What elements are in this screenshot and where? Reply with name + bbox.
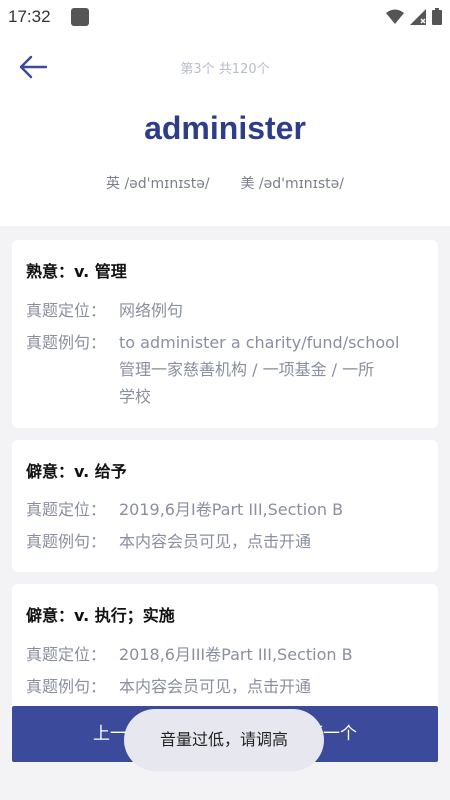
meaning-title: 僻意：v. 执行；实施 bbox=[26, 606, 175, 625]
example-label: 真题例句： bbox=[26, 333, 107, 352]
toast-message: 音量过低，请调高 bbox=[124, 709, 324, 771]
phonetics-row: 英 /əd'mɪnɪstə/ 美 /əd'mɪnɪstə/ bbox=[0, 173, 450, 193]
example-line: 学校 bbox=[119, 387, 152, 406]
status-time: 17:32 bbox=[8, 7, 51, 26]
battery-icon bbox=[432, 8, 442, 25]
signal-icon bbox=[410, 8, 426, 25]
uk-label: 英 bbox=[106, 176, 120, 192]
us-label: 美 bbox=[240, 176, 255, 192]
word-title: administer bbox=[144, 110, 306, 146]
example-text: to administer a charity/fund/school 管理一家… bbox=[119, 329, 424, 410]
member-only-link[interactable]: 本内容会员可见，点击开通 bbox=[119, 673, 424, 700]
position-value: 网络例句 bbox=[119, 301, 184, 320]
position-value: 2018,6月III卷Part III,Section B bbox=[119, 645, 353, 664]
app-notification-icon bbox=[70, 8, 89, 26]
position-label: 真题定位： bbox=[26, 301, 107, 320]
wifi-icon bbox=[386, 9, 404, 24]
status-icons bbox=[386, 8, 442, 25]
word-header: 第3个 共120个 administer 英 /əd'mɪnɪstə/ 美 /ə… bbox=[0, 34, 450, 226]
example-line: to administer a charity/fund/school bbox=[119, 333, 400, 352]
us-phonetic[interactable]: /əd'mɪnɪstə/ bbox=[259, 176, 344, 192]
position-value: 2019,6月I卷Part III,Section B bbox=[119, 500, 344, 519]
status-bar: 17:32 bbox=[0, 0, 450, 34]
meaning-card: 僻意：v. 给予 真题定位： 2019,6月I卷Part III,Section… bbox=[12, 440, 438, 572]
position-label: 真题定位： bbox=[26, 645, 107, 664]
meaning-card: 熟意：v. 管理 真题定位： 网络例句 真题例句： to administer … bbox=[12, 240, 438, 428]
example-line: 管理一家慈善机构 / 一项基金 / 一所 bbox=[119, 360, 375, 379]
uk-phonetic[interactable]: /əd'mɪnɪstə/ bbox=[124, 176, 209, 192]
example-label: 真题例句： bbox=[26, 532, 107, 551]
meaning-card: 僻意：v. 执行；实施 真题定位： 2018,6月III卷Part III,Se… bbox=[12, 584, 438, 714]
meaning-title: 僻意：v. 给予 bbox=[26, 462, 127, 481]
member-only-link[interactable]: 本内容会员可见，点击开通 bbox=[119, 528, 424, 555]
example-label: 真题例句： bbox=[26, 677, 107, 696]
word-counter: 第3个 共120个 bbox=[180, 62, 270, 77]
position-label: 真题定位： bbox=[26, 500, 107, 519]
meaning-title: 熟意：v. 管理 bbox=[26, 262, 127, 281]
